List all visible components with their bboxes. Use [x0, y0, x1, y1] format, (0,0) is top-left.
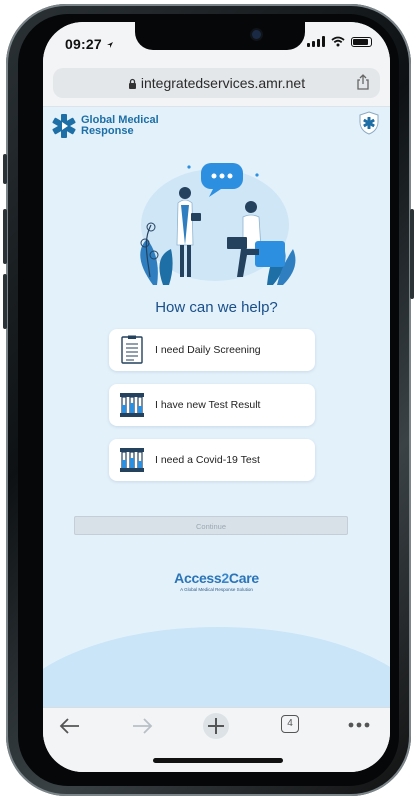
- shield-badge-icon[interactable]: [358, 111, 380, 135]
- address-bar[interactable]: integratedservices.amr.net: [53, 68, 380, 98]
- a2c-name-part-2: 2: [221, 570, 229, 586]
- volume-up-button: [3, 209, 7, 264]
- gmr-star-of-life-icon: [52, 114, 76, 138]
- global-medical-response-logo[interactable]: Global Medical Response: [51, 113, 159, 139]
- front-camera: [252, 30, 261, 39]
- clipboard-icon: [117, 335, 147, 365]
- logo-line-2: Response: [81, 125, 134, 137]
- mute-switch: [3, 154, 7, 184]
- power-button: [410, 209, 414, 299]
- home-indicator: [153, 758, 283, 763]
- option-covid-test[interactable]: I need a Covid-19 Test: [109, 439, 315, 481]
- wifi-icon: [331, 36, 345, 47]
- share-icon[interactable]: [356, 74, 370, 90]
- option-daily-screening[interactable]: I need Daily Screening: [109, 329, 315, 371]
- tab-switcher-button[interactable]: 4: [281, 715, 299, 733]
- forward-arrow-icon[interactable]: [131, 716, 153, 736]
- location-arrow-icon: [106, 42, 113, 48]
- new-tab-plus-icon[interactable]: [202, 712, 230, 740]
- option-label: I need Daily Screening: [155, 344, 261, 356]
- hero-illustration: [140, 163, 296, 285]
- back-arrow-icon[interactable]: [59, 716, 81, 736]
- test-tubes-icon: [117, 445, 147, 475]
- page-heading: How can we help?: [155, 299, 278, 316]
- status-bar: 09:27: [43, 22, 390, 62]
- screen: 09:27 integratedservices.amr.net Global …: [43, 22, 390, 772]
- more-menu-icon[interactable]: [348, 722, 370, 728]
- notch: [135, 22, 305, 50]
- option-label: I need a Covid-19 Test: [155, 454, 260, 466]
- access2care-logo: Access2Care A Global Medical Response So…: [43, 570, 390, 592]
- cellular-signal-icon: [307, 36, 325, 47]
- a2c-name-part-1: Access: [174, 570, 222, 586]
- continue-button[interactable]: Continue: [74, 516, 348, 535]
- option-label: I have new Test Result: [155, 399, 261, 411]
- a2c-tagline: A Global Medical Response Solution: [180, 587, 253, 592]
- browser-toolbar: 4: [43, 707, 390, 772]
- tab-count: 4: [287, 718, 293, 729]
- lock-icon: [128, 78, 136, 89]
- page-content: Global Medical Response How can we help?…: [43, 107, 390, 707]
- volume-down-button: [3, 274, 7, 329]
- status-time: 09:27: [65, 36, 114, 52]
- test-tubes-icon: [117, 390, 147, 420]
- option-new-test-result[interactable]: I have new Test Result: [109, 384, 315, 426]
- background-wave: [43, 627, 390, 707]
- address-bar-text[interactable]: integratedservices.amr.net: [53, 75, 380, 91]
- browser-address-area: integratedservices.amr.net: [43, 62, 390, 107]
- status-icons: [307, 36, 372, 47]
- a2c-name-part-3: Care: [228, 570, 259, 586]
- url-text: integratedservices.amr.net: [140, 75, 306, 91]
- battery-icon: [351, 36, 372, 47]
